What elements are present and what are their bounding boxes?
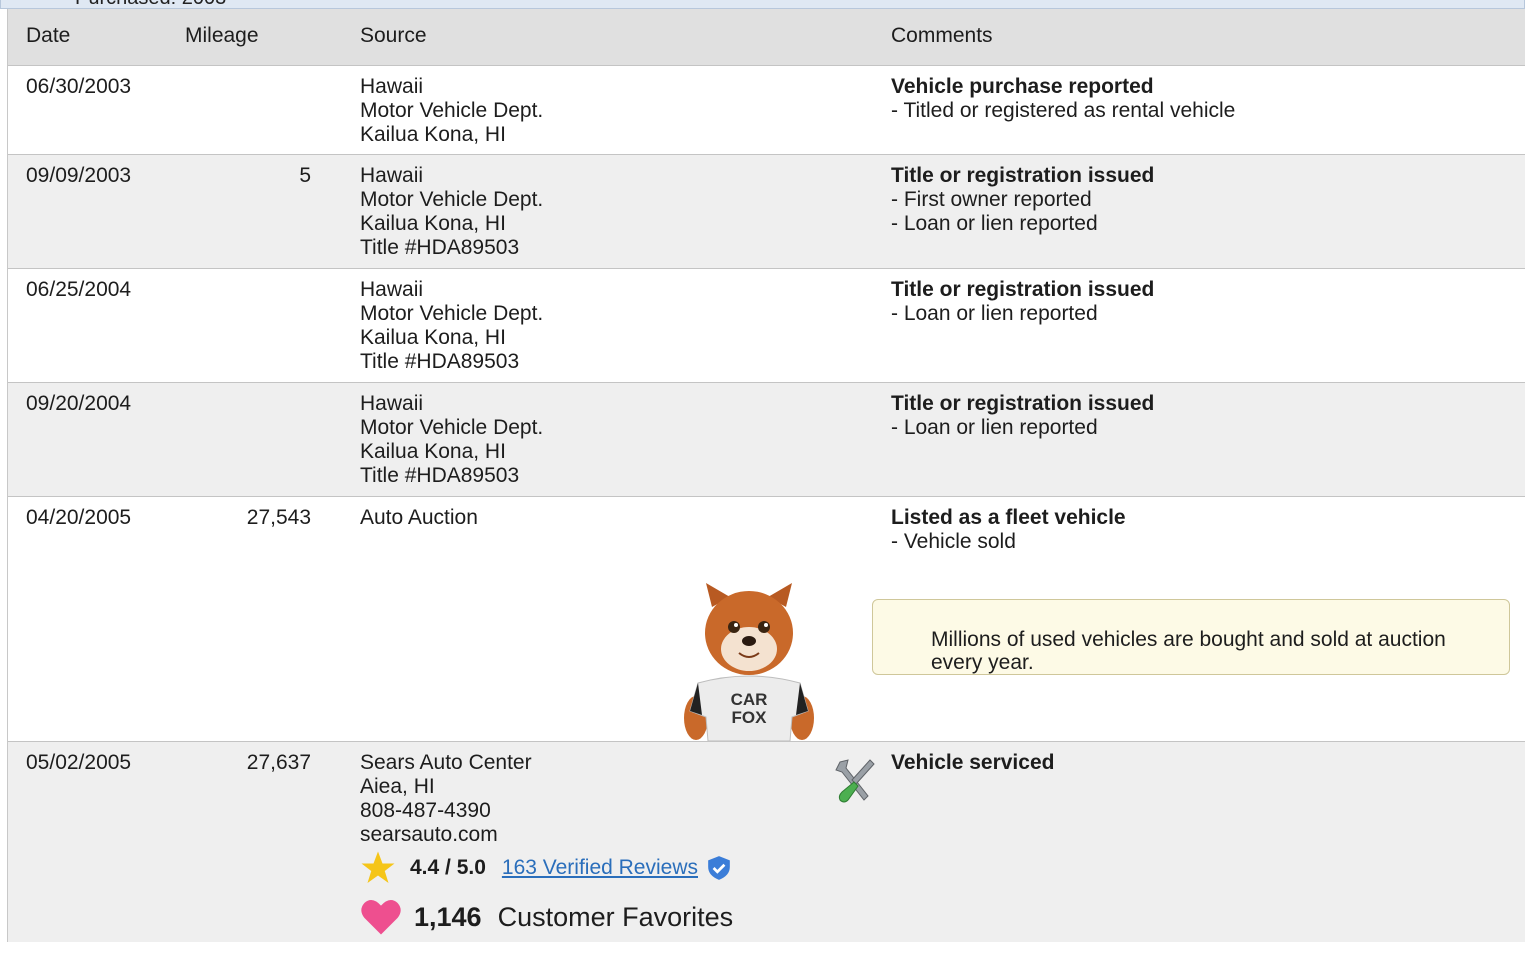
row-comments: Title or registration issued - First own… xyxy=(891,164,1154,236)
header-date: Date xyxy=(26,24,71,47)
fox-shirt-line2: FOX xyxy=(732,708,768,727)
row-date: 09/09/2003 xyxy=(26,164,132,187)
row-date: 06/25/2004 xyxy=(26,278,132,301)
heart-icon xyxy=(361,900,401,935)
row-date: 06/30/2003 xyxy=(26,75,132,98)
row-comments: Vehicle serviced xyxy=(891,751,1054,775)
source-line: Motor Vehicle Dept. xyxy=(360,416,544,439)
table-row: 06/25/2004 Hawaii Motor Vehicle Dept. Ka… xyxy=(8,269,1525,383)
row-mileage: 27,637 xyxy=(246,751,311,774)
source-line: Kailua Kona, HI xyxy=(360,212,506,235)
row-date: 04/20/2005 xyxy=(26,506,132,529)
table-row: 05/02/2005 27,637 Sears Auto Center Aiea… xyxy=(8,742,1525,942)
table-row: 04/20/2005 27,543 Auto Auction Listed as… xyxy=(8,497,1525,742)
table-row: 06/30/2003 Hawaii Motor Vehicle Dept. Ka… xyxy=(8,66,1525,155)
history-table: Date Mileage Source Comments 06/30/2003 … xyxy=(7,9,1525,942)
shop-rating: 4.4 / 5.0 163 Verified Reviews xyxy=(360,850,732,886)
row-source: Hawaii Motor Vehicle Dept. Kailua Kona, … xyxy=(360,392,543,488)
verified-reviews-link[interactable]: 163 Verified Reviews xyxy=(502,856,698,880)
source-line: Title #HDA89503 xyxy=(360,350,520,373)
source-line: Hawaii xyxy=(360,164,424,187)
comment-title: Title or registration issued xyxy=(891,392,1155,415)
comment-title: Vehicle purchase reported xyxy=(891,75,1154,98)
header-comments: Comments xyxy=(891,24,993,47)
source-line: Kailua Kona, HI xyxy=(360,123,506,146)
favorites-label: Customer Favorites xyxy=(497,902,734,932)
customer-favorites: 1,146 Customer Favorites xyxy=(360,897,733,937)
source-line: Kailua Kona, HI xyxy=(360,326,506,349)
comment-title: Vehicle serviced xyxy=(891,751,1055,774)
comment-detail: - Loan or lien reported xyxy=(891,302,1098,325)
row-source: Sears Auto Center Aiea, HI 808-487-4390 … xyxy=(360,751,532,847)
row-comments: Vehicle purchase reported - Titled or re… xyxy=(891,75,1235,123)
source-line: 808-487-4390 xyxy=(360,799,491,822)
source-line: Hawaii xyxy=(360,392,424,415)
row-comments: Listed as a fleet vehicle - Vehicle sold xyxy=(891,506,1126,554)
row-source: Hawaii Motor Vehicle Dept. Kailua Kona, … xyxy=(360,164,543,260)
fox-shirt-line1: CAR xyxy=(731,690,768,709)
row-mileage: 27,543 xyxy=(246,506,311,529)
purchase-summary-bar: Purchased: 2003 ⌃ xyxy=(0,0,1525,9)
source-line: Title #HDA89503 xyxy=(360,236,520,259)
row-comments: Title or registration issued - Loan or l… xyxy=(891,392,1154,440)
source-line: Hawaii xyxy=(360,75,424,98)
table-row: 09/09/2003 5 Hawaii Motor Vehicle Dept. … xyxy=(8,155,1525,269)
auction-tip-box: Millions of used vehicles are bought and… xyxy=(872,599,1510,675)
comment-detail: - Vehicle sold xyxy=(891,530,1016,553)
verified-shield-icon xyxy=(708,856,730,880)
star-icon xyxy=(361,851,395,883)
comment-title: Title or registration issued xyxy=(891,278,1155,301)
header-source: Source xyxy=(360,24,427,47)
carfox-mascot-icon: CAR FOX xyxy=(684,583,814,741)
table-header: Date Mileage Source Comments xyxy=(8,9,1525,66)
source-line: Motor Vehicle Dept. xyxy=(360,188,544,211)
source-line: Motor Vehicle Dept. xyxy=(360,99,544,122)
source-line: Aiea, HI xyxy=(360,775,435,798)
header-mileage: Mileage xyxy=(185,24,259,47)
row-source: Auto Auction xyxy=(360,506,478,530)
purchase-summary-text: Purchased: 2003 xyxy=(75,0,226,8)
source-line: Auto Auction xyxy=(360,506,478,529)
favorites-count: 1,146 xyxy=(414,902,482,932)
collapse-chevron-icon[interactable]: ⌃ xyxy=(1483,0,1496,8)
row-source: Hawaii Motor Vehicle Dept. Kailua Kona, … xyxy=(360,75,543,147)
source-line: Hawaii xyxy=(360,278,424,301)
comment-title: Title or registration issued xyxy=(891,164,1155,187)
source-line: Title #HDA89503 xyxy=(360,464,520,487)
comment-detail: - Loan or lien reported xyxy=(891,212,1098,235)
row-mileage: 5 xyxy=(299,164,311,187)
table-row: 09/20/2004 Hawaii Motor Vehicle Dept. Ka… xyxy=(8,383,1525,497)
comment-title: Listed as a fleet vehicle xyxy=(891,506,1126,529)
wrench-screwdriver-icon xyxy=(835,759,875,803)
comment-detail: - First owner reported xyxy=(891,188,1092,211)
source-line: Kailua Kona, HI xyxy=(360,440,506,463)
comment-detail: - Titled or registered as rental vehicle xyxy=(891,99,1236,122)
row-date: 05/02/2005 xyxy=(26,751,132,774)
row-source: Hawaii Motor Vehicle Dept. Kailua Kona, … xyxy=(360,278,543,374)
row-comments: Title or registration issued - Loan or l… xyxy=(891,278,1154,326)
row-date: 09/20/2004 xyxy=(26,392,132,415)
source-line: Motor Vehicle Dept. xyxy=(360,302,544,325)
comment-detail: - Loan or lien reported xyxy=(891,416,1098,439)
source-line: Sears Auto Center xyxy=(360,751,532,774)
rating-score: 4.4 / 5.0 xyxy=(410,856,486,879)
source-line: searsauto.com xyxy=(360,823,498,846)
